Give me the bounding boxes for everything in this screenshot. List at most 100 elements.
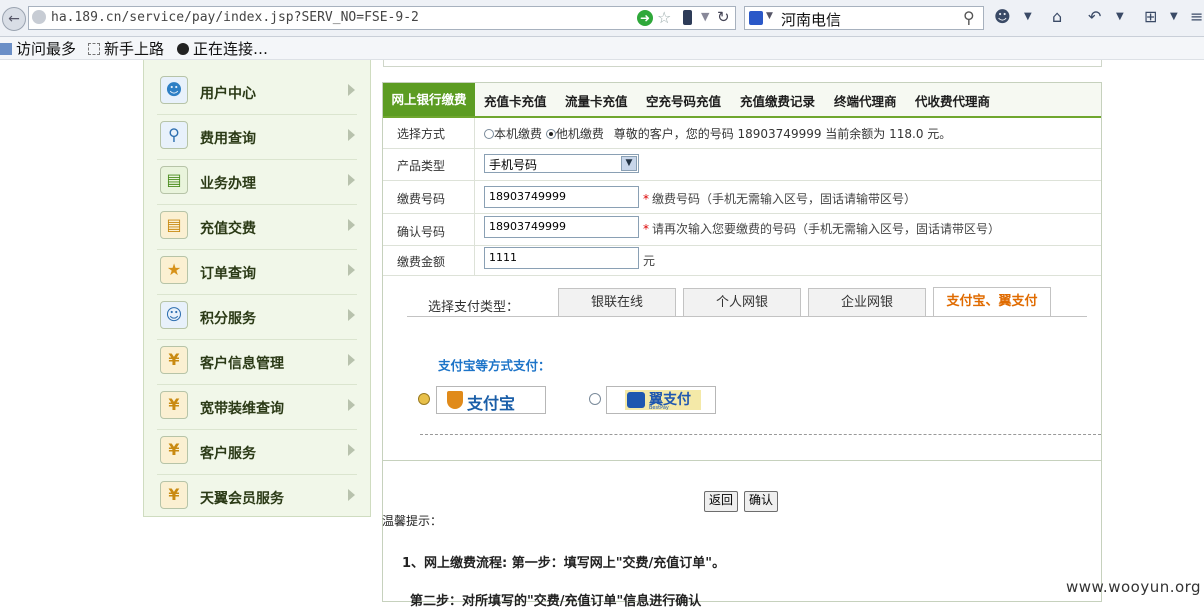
tab-empty-number-recharge[interactable]: 空充号码充值 — [646, 91, 721, 110]
bookmark-connecting[interactable]: 正在连接… — [177, 38, 268, 59]
back-arrow-icon[interactable]: ← — [2, 7, 26, 31]
tab-card-recharge[interactable]: 充值卡充值 — [484, 91, 547, 110]
sidebar-item-order-query[interactable]: ★ 订单查询 — [157, 250, 357, 295]
addon-dropdown-icon[interactable]: ▼ — [1024, 11, 1032, 22]
star-icon: ★ — [160, 256, 188, 284]
yen-icon: ¥ — [160, 436, 188, 464]
sidebar-item-fee-query[interactable]: ⚲ 费用查询 — [157, 115, 357, 160]
alipay-logo[interactable]: 支付宝 — [436, 386, 546, 414]
form-row-confirm: 确认号码 18903749999 * 请再次输入您要缴费的号码（手机无需输入区号，… — [383, 214, 1101, 246]
tab-corporate-banking[interactable]: 企业网银 — [808, 288, 926, 316]
sidebar-item-membership[interactable]: ¥ 天翼会员服务 — [157, 475, 357, 519]
home-icon[interactable]: ⌂ — [1052, 7, 1062, 26]
tab-unionpay[interactable]: 银联在线 — [558, 288, 676, 316]
sidebar-item-label: 用户中心 — [200, 86, 256, 102]
crop-icon[interactable]: ⊞ — [1144, 7, 1157, 26]
tips-step-2: 第二步：对所填写的"交费/充值订单"信息进行确认 — [410, 594, 702, 609]
sidebar-item-user-center[interactable]: ☻ 用户中心 — [157, 70, 357, 115]
radio-own-phone[interactable] — [484, 129, 494, 139]
method-label: 选择方式 — [397, 127, 446, 141]
dropdown-icon[interactable]: ▼ — [701, 10, 709, 23]
product-type-select[interactable]: 手机号码 ▼ — [484, 154, 639, 173]
sidebar-item-customer-info[interactable]: ¥ 客户信息管理 — [157, 340, 357, 385]
bookmark-getting-started[interactable]: 新手上路 — [88, 38, 164, 59]
radio-other-phone[interactable] — [545, 129, 556, 139]
dashed-divider — [420, 434, 1101, 435]
chevron-right-icon — [348, 444, 355, 456]
sidebar-item-label: 宽带装维查询 — [200, 401, 284, 417]
sidebar-item-broadband[interactable]: ¥ 宽带装维查询 — [157, 385, 357, 430]
bookmark-star-icon[interactable]: ☆ — [657, 8, 671, 27]
reload-icon[interactable]: ↻ — [717, 8, 730, 26]
undo-icon[interactable]: ↶ — [1088, 7, 1101, 26]
magnifier-icon: ⚲ — [160, 121, 188, 149]
crop-dropdown-icon[interactable]: ▼ — [1170, 11, 1178, 22]
sidebar-item-label: 费用查询 — [200, 131, 256, 147]
chevron-right-icon — [348, 399, 355, 411]
tab-online-banking[interactable]: 网上银行缴费 — [383, 83, 475, 116]
top-panel-edge — [383, 60, 1102, 67]
confirm-button[interactable]: 确认 — [744, 491, 779, 512]
chevron-down-icon[interactable]: ▼ — [621, 156, 637, 171]
tab-alipay-bestpay[interactable]: 支付宝、翼支付 — [933, 287, 1051, 317]
address-bar[interactable]: ha.189.cn/service/pay/index.jsp?SERV_NO=… — [28, 6, 736, 30]
sidebar-item-points[interactable]: ☺ 积分服务 — [157, 295, 357, 340]
tab-data-card-recharge[interactable]: 流量卡充值 — [565, 91, 628, 110]
bookmark-most-visited[interactable]: 访问最多 — [0, 38, 76, 59]
sidebar-item-customer-service[interactable]: ¥ 客户服务 — [157, 430, 357, 475]
payment-panel: 网上银行缴费 充值卡充值 流量卡充值 空充号码充值 充值缴费记录 终端代理商 代… — [382, 82, 1102, 602]
tab-terminal-agents[interactable]: 终端代理商 — [834, 91, 897, 110]
tab-personal-banking[interactable]: 个人网银 — [683, 288, 801, 316]
more-icon[interactable]: ≡ — [1190, 7, 1203, 26]
pay-number-input[interactable]: 18903749999 — [484, 186, 639, 208]
yen-icon: ¥ — [160, 346, 188, 374]
clipboard-icon: ▤ — [160, 166, 188, 194]
globe-icon — [32, 10, 46, 24]
magnifier-icon[interactable]: ⚲ — [963, 8, 975, 27]
own-phone-label: 本机缴费 — [494, 127, 543, 141]
tips-title: 温馨提示： — [382, 514, 443, 528]
chevron-right-icon — [348, 354, 355, 366]
confirm-label: 确认号码 — [397, 225, 446, 239]
chevron-right-icon — [348, 309, 355, 321]
payment-tabs: 网上银行缴费 充值卡充值 流量卡充值 空充号码充值 充值缴费记录 终端代理商 代… — [383, 83, 1101, 118]
sidebar-item-label: 积分服务 — [200, 311, 256, 327]
balance-note: 尊敬的客户，您的号码 18903749999 当前余额为 118.0 元。 — [613, 127, 952, 141]
confirm-number-input[interactable]: 18903749999 — [484, 216, 639, 238]
amount-input[interactable]: 1111 — [484, 247, 639, 269]
user-icon: ☻ — [160, 76, 188, 104]
yen-icon: ¥ — [160, 391, 188, 419]
required-mark: * — [643, 222, 649, 236]
radio-alipay[interactable] — [418, 393, 430, 405]
search-engine-icon[interactable] — [749, 11, 763, 25]
number-hint: * 缴费号码（手机无需输入区号，固话请输带区号） — [643, 192, 917, 206]
sidebar-item-business[interactable]: ▤ 业务办理 — [157, 160, 357, 205]
radio-bestpay[interactable] — [589, 393, 601, 405]
tab-collection-agents[interactable]: 代收费代理商 — [915, 91, 990, 110]
panel-divider — [383, 460, 1101, 461]
payment-type-label: 选择支付类型： — [428, 300, 520, 315]
mobile-icon[interactable] — [683, 10, 692, 25]
tab-recharge-records[interactable]: 充值缴费记录 — [740, 91, 815, 110]
back-button[interactable]: 返回 — [704, 491, 739, 512]
search-input[interactable]: 河南电信 — [781, 9, 841, 30]
url-text: ha.189.cn/service/pay/index.jsp?SERV_NO=… — [51, 10, 419, 25]
search-bar[interactable]: ▼ 河南电信 ⚲ — [744, 6, 984, 30]
go-arrow-icon[interactable]: ➜ — [637, 10, 653, 26]
undo-dropdown-icon[interactable]: ▼ — [1116, 11, 1124, 22]
chevron-right-icon — [348, 129, 355, 141]
engine-dropdown-icon[interactable]: ▼ — [766, 11, 773, 21]
sidebar-item-recharge[interactable]: ▤ 充值交费 — [157, 205, 357, 250]
product-label: 产品类型 — [397, 159, 446, 173]
chevron-right-icon — [348, 489, 355, 501]
chevron-right-icon — [348, 219, 355, 231]
bestpay-icon — [627, 392, 645, 408]
yen-icon: ¥ — [160, 481, 188, 509]
payment-tabs-underline — [407, 316, 1087, 317]
sidebar-item-label: 客户信息管理 — [200, 356, 284, 372]
bestpay-logo[interactable]: 翼支付 BestPay — [606, 386, 716, 414]
sidebar-item-label: 客户服务 — [200, 446, 256, 462]
product-type-value: 手机号码 — [489, 158, 538, 172]
addon-icon[interactable]: ☻ — [994, 7, 1011, 26]
sidebar-item-label: 业务办理 — [200, 176, 256, 192]
